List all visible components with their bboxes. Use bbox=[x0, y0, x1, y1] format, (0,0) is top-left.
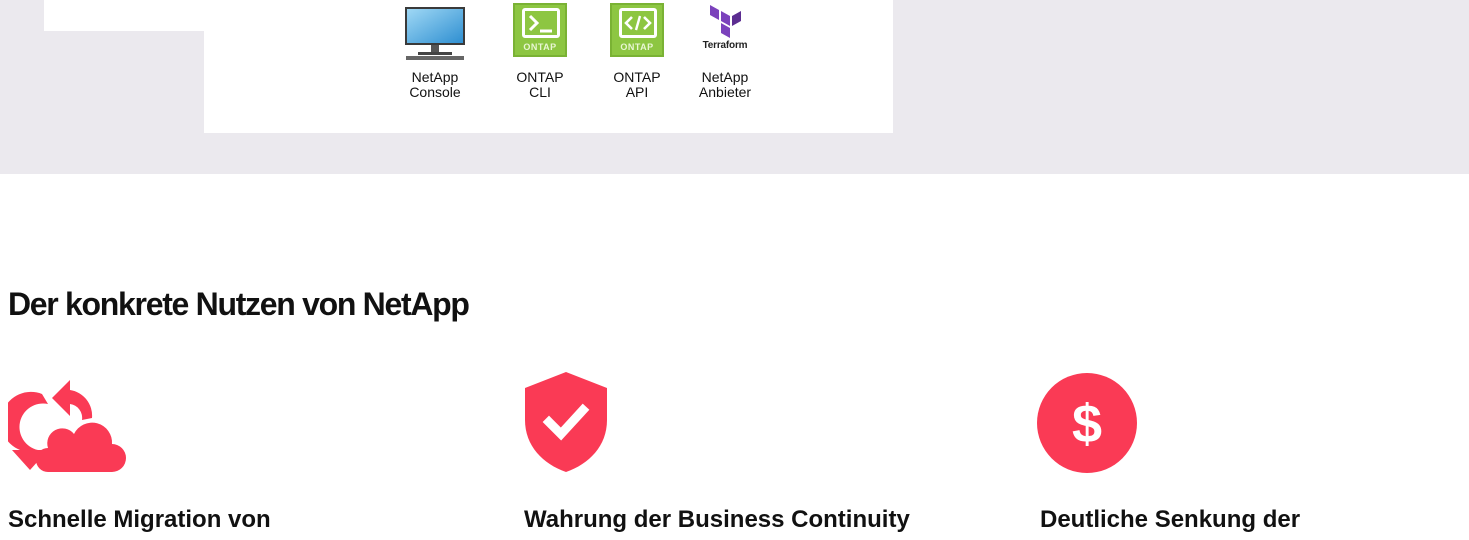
ontap-cli-icon: ONTAP bbox=[513, 3, 567, 57]
tools-card: NetApp Console ONTAP ONTAP CLI ONTAP ONT… bbox=[204, 0, 893, 133]
dollar-circle-icon: $ bbox=[1036, 372, 1138, 479]
tool-label-line2: API bbox=[625, 84, 649, 100]
band-left-panel bbox=[44, 0, 204, 31]
tool-label-line1: NetApp bbox=[411, 69, 459, 85]
ontap-badge: ONTAP bbox=[620, 42, 654, 52]
terraform-logo-text: Terraform bbox=[702, 40, 748, 51]
section-title: Der konkrete Nutzen von NetApp bbox=[8, 286, 470, 322]
tool-label-line1: ONTAP bbox=[613, 69, 661, 85]
ontap-badge: ONTAP bbox=[523, 42, 557, 52]
monitor-icon bbox=[404, 6, 466, 67]
tool-label: ONTAP API bbox=[592, 70, 682, 100]
tool-label-line2: Anbieter bbox=[698, 84, 752, 100]
shield-check-icon bbox=[523, 370, 609, 479]
integration-band: NetApp Console ONTAP ONTAP CLI ONTAP ONT… bbox=[0, 0, 1469, 174]
tool-label-line1: ONTAP bbox=[516, 69, 564, 85]
benefit-title: Schnelle Migration von bbox=[8, 506, 271, 533]
ontap-api-icon: ONTAP bbox=[610, 3, 664, 57]
tool-label: ONTAP CLI bbox=[495, 70, 585, 100]
tool-label-line2: CLI bbox=[529, 84, 551, 100]
tool-label: NetApp Console bbox=[390, 70, 480, 100]
cloud-migration-icon bbox=[0, 376, 126, 477]
svg-text:$: $ bbox=[1072, 394, 1102, 454]
benefit-title: Wahrung der Business Continuity bbox=[524, 506, 910, 533]
benefit-title: Deutliche Senkung der bbox=[1040, 506, 1301, 533]
tool-label-line1: NetApp bbox=[701, 69, 749, 85]
tool-label-line2: Console bbox=[409, 84, 461, 100]
terraform-icon: Terraform bbox=[695, 4, 755, 51]
tool-label: NetApp Anbieter bbox=[680, 70, 770, 100]
